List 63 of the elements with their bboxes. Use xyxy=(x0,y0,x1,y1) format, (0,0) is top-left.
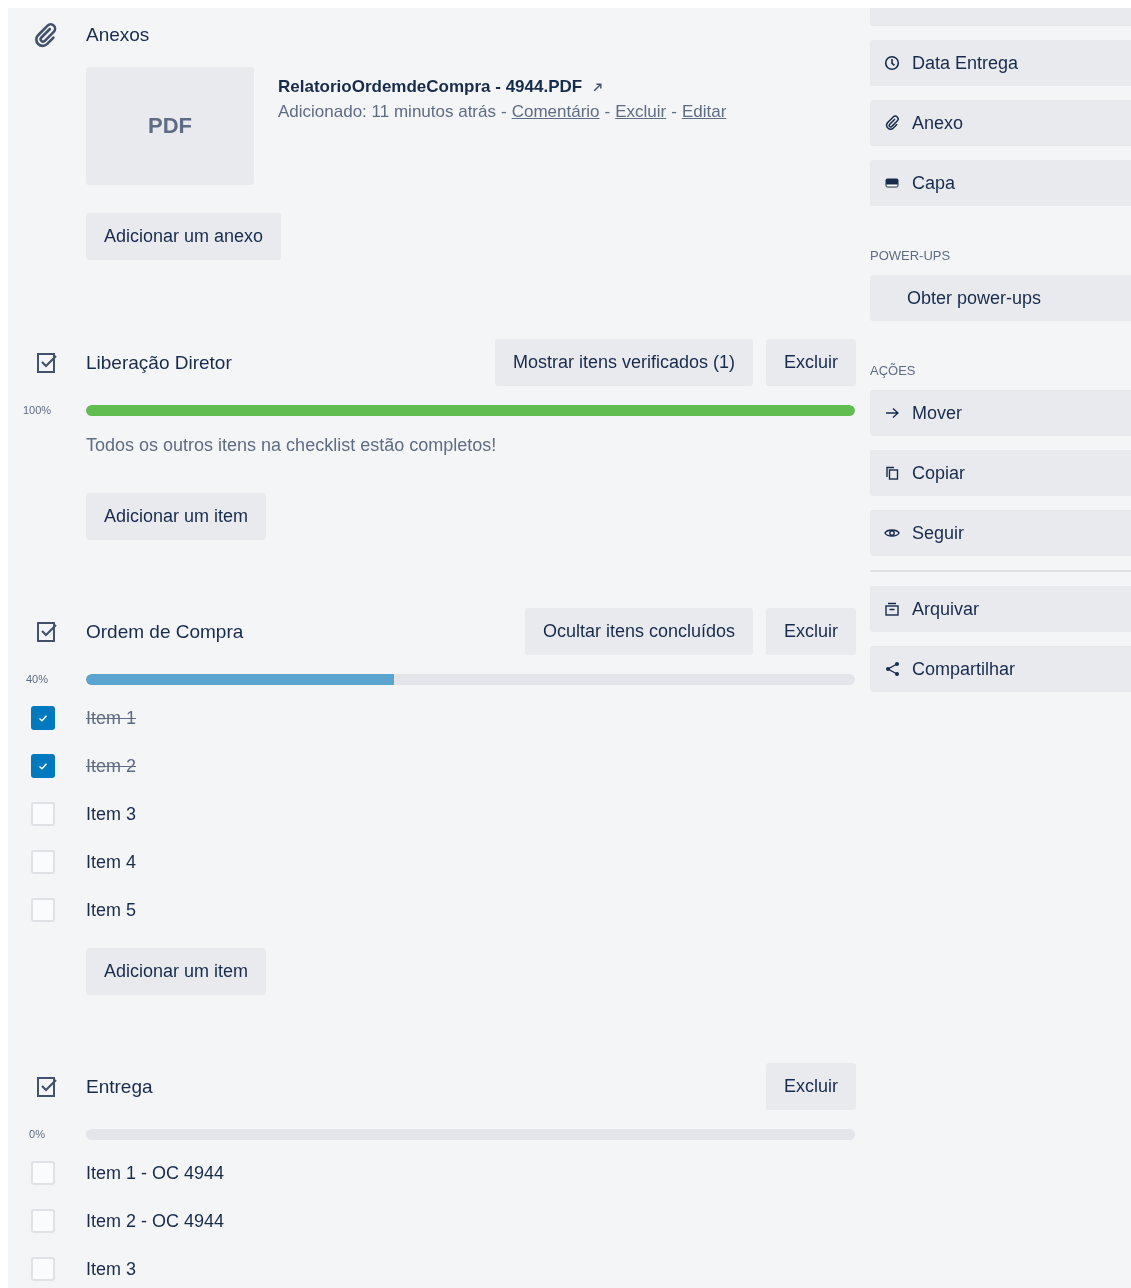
progress-percent: 40% xyxy=(26,673,48,685)
checklist-button[interactable]: Excluir xyxy=(766,1063,856,1110)
checklist-item[interactable]: Item 3 xyxy=(86,1258,137,1280)
checklist-button[interactable]: Excluir xyxy=(766,339,856,386)
file-name[interactable]: RelatorioOrdemdeCompra - 4944.PDF xyxy=(278,77,583,97)
copy-icon xyxy=(884,465,900,481)
arrow-icon xyxy=(884,405,900,421)
attachment-link[interactable]: Excluir xyxy=(615,97,667,127)
checklist-button[interactable]: Ocultar itens concluídos xyxy=(524,608,753,655)
separator: - xyxy=(501,101,507,123)
checklist-button[interactable]: Mostrar itens verificados (1) xyxy=(494,339,753,386)
sidebar-button[interactable]: Capa xyxy=(870,160,1131,206)
separator: - xyxy=(604,101,611,123)
checklist-item[interactable]: Item 2 xyxy=(86,755,137,777)
sidebar-button[interactable]: Obter power-ups xyxy=(870,275,1131,321)
sidebar-button[interactable]: Arquivar xyxy=(870,586,1131,632)
share-icon xyxy=(884,661,900,677)
checkbox[interactable] xyxy=(31,850,55,874)
checklist-item[interactable]: Item 3 xyxy=(86,803,137,825)
checkbox[interactable] xyxy=(31,1161,55,1185)
checklist-icon xyxy=(35,1074,59,1099)
checklist-item[interactable]: Item 1 - OC 4944 xyxy=(86,1162,225,1184)
attachment-link[interactable]: Editar xyxy=(681,97,727,127)
archive-icon xyxy=(884,601,900,617)
sidebar-button[interactable]: Anexo xyxy=(870,100,1131,146)
checkbox[interactable] xyxy=(31,706,55,730)
sidebar-button[interactable]: Compartilhar xyxy=(870,646,1131,692)
sidebar-heading: POWER-UPS xyxy=(870,248,952,263)
sidebar-button[interactable]: Data Entrega xyxy=(870,40,1131,86)
file-thumbnail[interactable]: PDF xyxy=(86,67,254,185)
checklist-item[interactable]: Item 4 xyxy=(86,851,137,873)
section-title: Anexos xyxy=(86,24,150,46)
sidebar-button[interactable]: Seguir xyxy=(870,510,1131,556)
checklist-item[interactable]: Item 2 - OC 4944 xyxy=(86,1210,225,1232)
clock-icon xyxy=(884,55,900,71)
add-attachment-button[interactable]: Adicionar um anexo xyxy=(86,213,282,260)
checkbox[interactable] xyxy=(31,1209,55,1233)
checkbox[interactable] xyxy=(31,1257,55,1281)
paperclip-icon xyxy=(32,22,58,48)
checklist-icon xyxy=(35,619,59,644)
checkbox[interactable] xyxy=(31,754,55,778)
progress-percent: 100% xyxy=(22,404,52,416)
checkbox[interactable] xyxy=(31,898,55,922)
add-item-button[interactable]: Adicionar um item xyxy=(86,493,267,540)
checklist-item[interactable]: Item 5 xyxy=(86,899,137,921)
external-link-icon[interactable] xyxy=(592,81,604,93)
paperclip-icon xyxy=(884,115,900,131)
sidebar-heading: AÇÕES xyxy=(870,363,917,378)
checklist-title: Ordem de Compra xyxy=(86,620,245,643)
sidebar-button[interactable]: Copiar xyxy=(870,450,1131,496)
checkbox[interactable] xyxy=(31,802,55,826)
checklist-item[interactable]: Item 1 xyxy=(86,707,137,729)
add-item-button[interactable]: Adicionar um item xyxy=(86,948,267,995)
added-time: Adicionado: 11 minutos atrás xyxy=(278,101,496,123)
separator: - xyxy=(671,101,677,123)
checklist-button[interactable]: Excluir xyxy=(766,608,856,655)
progress-percent: 0% xyxy=(29,1128,45,1140)
sidebar-button[interactable]: Mover xyxy=(870,390,1131,436)
attachment-link[interactable]: Comentário xyxy=(511,97,600,127)
checklist-message: Todos os outros itens na checklist estão completos! xyxy=(86,435,497,455)
checklist-title: Entrega xyxy=(86,1075,154,1098)
checklist-icon xyxy=(35,350,59,375)
checklist-title: Liberação Diretor xyxy=(86,351,233,374)
